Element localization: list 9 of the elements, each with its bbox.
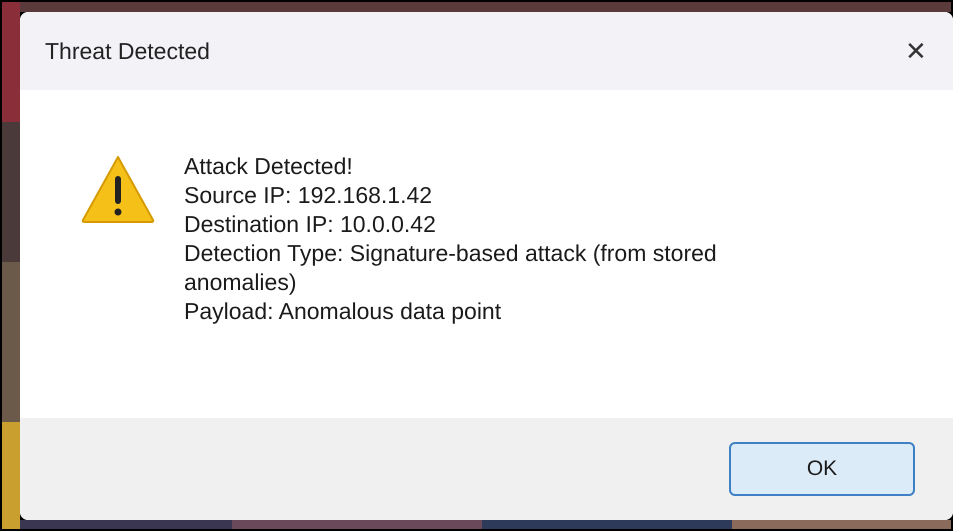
close-button[interactable]: ✕ [901,38,931,64]
warning-icon [80,154,156,224]
message-line: Source IP: 192.168.1.42 [184,181,434,210]
message-line: Attack Detected! [184,152,354,181]
message-line: Destination IP: 10.0.0.42 [184,210,437,239]
message-line: Detection Type: Signature-based attack (from stored anomalies) [184,239,718,297]
message-line: Payload: Anomalous data point [184,297,502,326]
ok-button[interactable]: OK [729,442,915,496]
window-title: Threat Detected [45,36,210,66]
